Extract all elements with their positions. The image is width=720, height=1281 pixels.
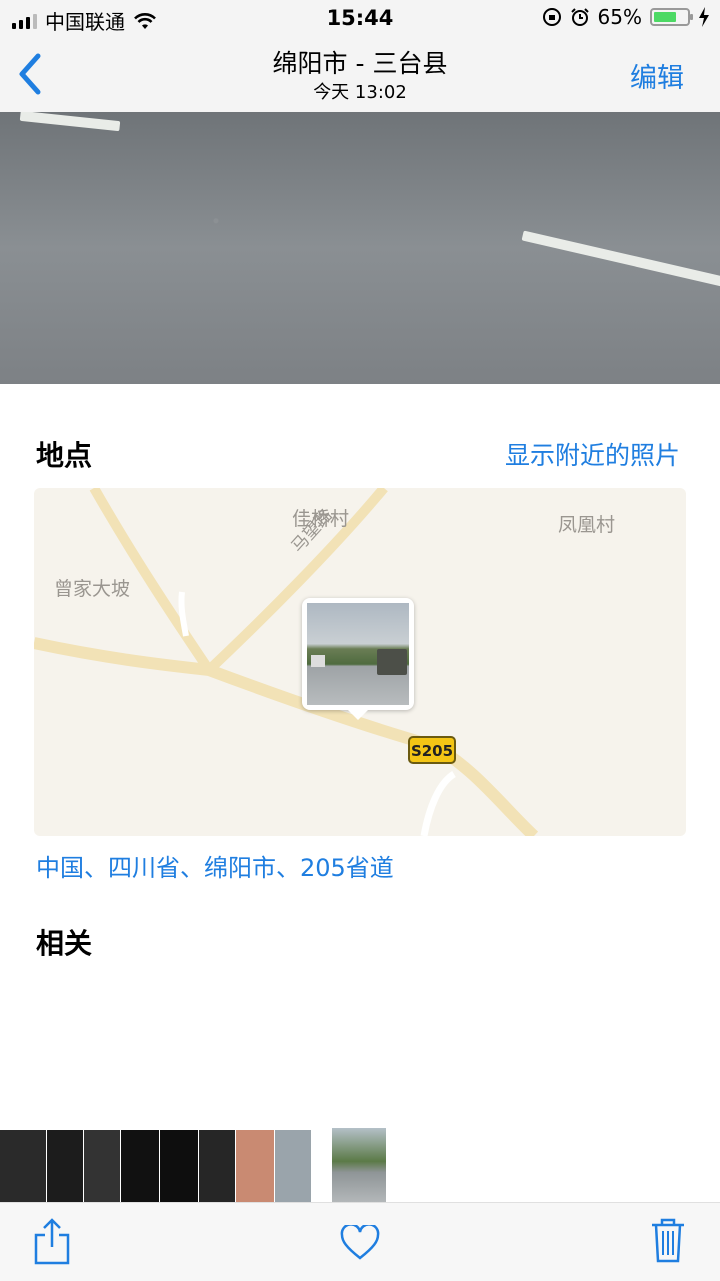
share-button[interactable]: [32, 1217, 72, 1271]
show-nearby-photos-link[interactable]: 显示附近的照片: [505, 436, 680, 472]
battery-icon: [650, 8, 693, 26]
thumbnail[interactable]: [275, 1130, 311, 1202]
map-label-zengjiadapo: 曾家大坡: [54, 578, 131, 600]
edit-button[interactable]: 编辑: [630, 56, 684, 95]
thumbnail[interactable]: [121, 1130, 159, 1202]
thumbnail-strip[interactable]: [0, 1128, 720, 1202]
location-map[interactable]: 佳桥村 凤凰村 曾家大坡 马望路 S205: [34, 488, 686, 836]
heart-icon: [340, 1223, 380, 1260]
thumbnail[interactable]: [47, 1130, 83, 1202]
lane-marking: [521, 230, 720, 288]
orientation-lock-icon: [542, 8, 561, 26]
battery-percent: 65%: [597, 5, 642, 29]
related-heading: 相关: [36, 927, 93, 960]
favorite-button[interactable]: [340, 1223, 380, 1265]
thumbnail[interactable]: [199, 1130, 235, 1202]
alarm-icon: [570, 8, 589, 26]
page-title: 绵阳市 - 三台县: [272, 49, 448, 78]
photo-pin[interactable]: [302, 598, 414, 720]
address-link[interactable]: 中国、四川省、绵阳市、205省道: [36, 848, 394, 883]
page-subtitle: 今天 13:02: [313, 82, 407, 103]
map-label-fenghuang: 凤凰村: [558, 514, 616, 536]
charging-bolt-icon: [699, 7, 709, 27]
share-icon: [34, 1218, 70, 1265]
photo-view[interactable]: [0, 112, 720, 384]
location-heading: 地点: [36, 439, 93, 472]
thumbnail-selected[interactable]: [332, 1128, 386, 1202]
thumbnail[interactable]: [160, 1130, 198, 1202]
bottom-toolbar: [0, 1202, 720, 1281]
thumbnail[interactable]: [0, 1130, 46, 1202]
pin-thumbnail: [307, 603, 409, 705]
road-badge: S205: [408, 736, 456, 764]
status-bar: 中国联通 15:44 65%: [0, 0, 720, 36]
delete-button[interactable]: [650, 1217, 686, 1267]
thumbnail[interactable]: [84, 1130, 120, 1202]
lane-marking: [19, 112, 121, 132]
nav-bar: 绵阳市 - 三台县 今天 13:02 编辑: [0, 36, 720, 113]
trash-icon: [652, 1218, 684, 1263]
status-right: 65%: [542, 5, 710, 29]
thumbnail[interactable]: [236, 1130, 274, 1202]
